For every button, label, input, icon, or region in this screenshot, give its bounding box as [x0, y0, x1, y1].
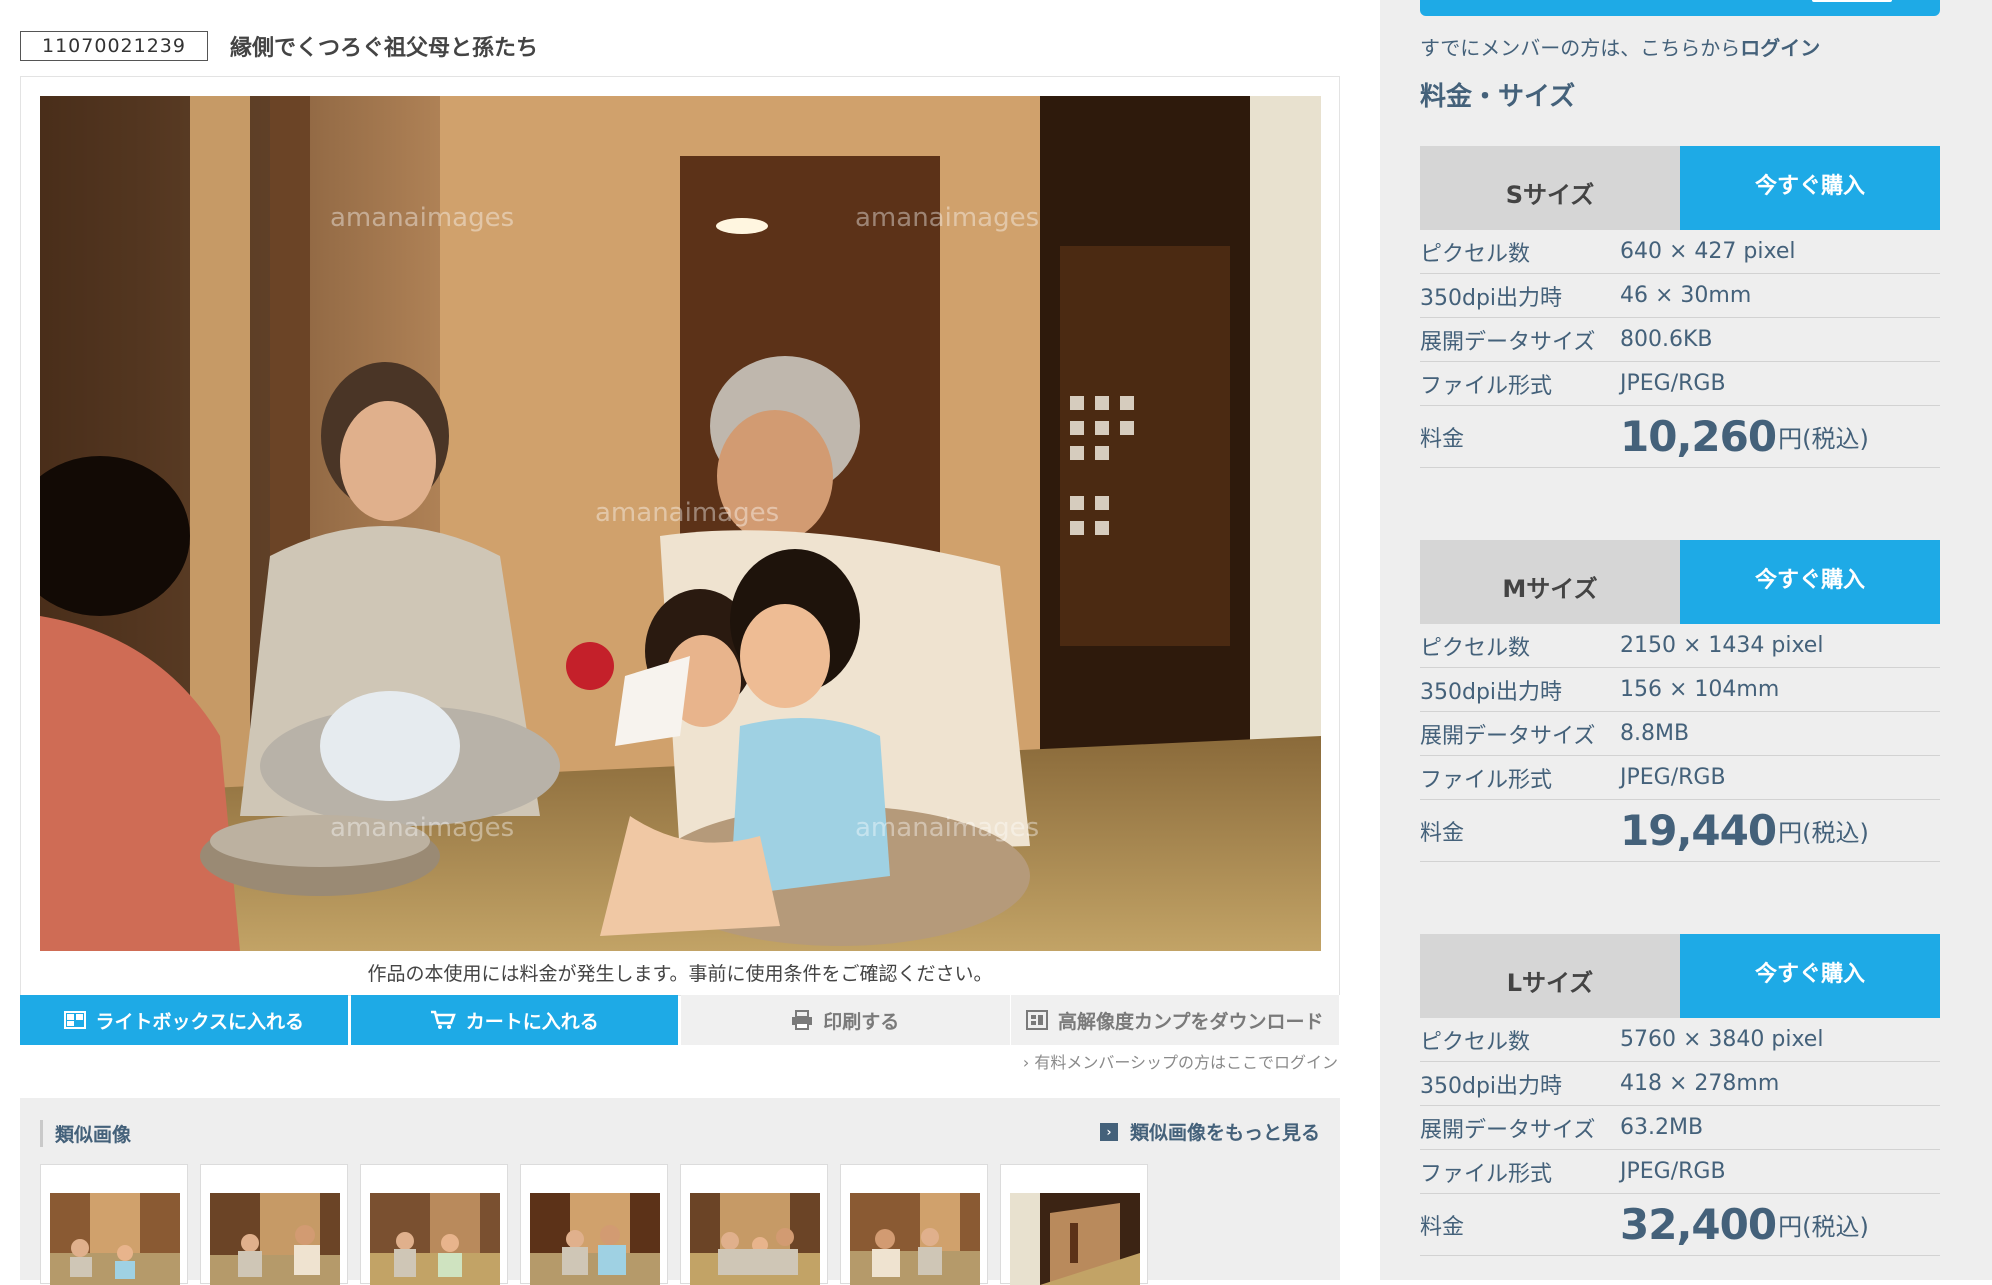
login-link[interactable]: ログイン — [1740, 36, 1820, 60]
spec-value: 640 × 427 pixel — [1620, 239, 1796, 264]
print-label: 印刷する — [823, 1010, 900, 1033]
watermark-text: amanaimages — [855, 813, 1039, 843]
spec-value: 5760 × 3840 pixel — [1620, 1027, 1824, 1052]
similar-thumbnail[interactable] — [520, 1164, 668, 1285]
watermark-text: amanaimages — [330, 813, 514, 843]
add-to-cart-label: カートに入れる — [465, 1010, 599, 1033]
similar-thumbnail[interactable] — [680, 1164, 828, 1285]
size-name: Lサイズ — [1420, 934, 1680, 1018]
price-unit: 円(税込) — [1778, 1213, 1869, 1241]
spec-label: ピクセル数 — [1420, 1029, 1531, 1055]
size-option-m: Mサイズ 今すぐ購入 ピクセル数 2150 × 1434 pixel 350dpi… — [1420, 540, 1940, 862]
spec-value: 8.8MB — [1620, 721, 1690, 746]
pricing-section-title: 料金・サイズ — [1420, 82, 1576, 112]
spec-label: ファイル形式 — [1420, 767, 1553, 793]
spec-value: 156 × 104mm — [1620, 677, 1780, 702]
spec-label: 展開データサイズ — [1420, 329, 1596, 355]
spec-value: 800.6KB — [1620, 327, 1713, 352]
price-unit: 円(税込) — [1778, 819, 1869, 847]
chevron-right-icon: › — [1099, 1122, 1118, 1141]
buy-now-button[interactable]: 今すぐ購入 — [1680, 540, 1940, 624]
spec-label: 350dpi出力時 — [1420, 285, 1563, 311]
spec-label: ファイル形式 — [1420, 373, 1553, 399]
image-title: 縁側でくつろぐ祖父母と孫たち — [230, 36, 539, 61]
image-id: 11070021239 — [20, 31, 208, 61]
spec-label: 350dpi出力時 — [1420, 1073, 1563, 1099]
size-name: Sサイズ — [1420, 146, 1680, 230]
size-option-l: Lサイズ 今すぐ購入 ピクセル数 5760 × 3840 pixel 350dpi… — [1420, 934, 1940, 1256]
more-similar-link[interactable]: › 類似画像をもっと見る — [1099, 1118, 1320, 1145]
watermark-text: amanaimages — [855, 203, 1039, 233]
price-label: 料金 — [1420, 820, 1465, 846]
price-value: 10,260 — [1620, 412, 1777, 461]
print-button[interactable]: 印刷する — [681, 995, 1011, 1045]
price-value: 19,440 — [1620, 806, 1777, 855]
add-to-lightbox-button[interactable]: ライトボックスに入れる — [20, 995, 348, 1045]
price-value: 32,400 — [1620, 1200, 1777, 1249]
spec-label: ピクセル数 — [1420, 241, 1531, 267]
lightbox-icon — [63, 1011, 86, 1029]
buy-now-button[interactable]: 今すぐ購入 — [1680, 934, 1940, 1018]
spec-value: JPEG/RGB — [1620, 371, 1726, 396]
cart-icon — [430, 1010, 456, 1030]
add-to-cart-button[interactable]: カートに入れる — [350, 995, 678, 1045]
spec-value: 63.2MB — [1620, 1115, 1704, 1140]
similar-thumbnails — [40, 1164, 1160, 1285]
member-login-link[interactable]: › 有料メンバーシップの方はここでログイン — [1023, 1049, 1338, 1073]
photo-frame: amanaimages amanaimages amanaimages aman… — [20, 76, 1340, 996]
action-bar: ライトボックスに入れる カートに入れる 印刷する 高解像度カンプをダウンロード — [20, 995, 1340, 1045]
print-icon — [791, 1010, 813, 1030]
spec-label: 350dpi出力時 — [1420, 679, 1563, 705]
main-photo[interactable]: amanaimages amanaimages amanaimages aman… — [40, 96, 1321, 951]
similar-thumbnail[interactable] — [40, 1164, 188, 1285]
add-to-lightbox-label: ライトボックスに入れる — [95, 1010, 304, 1033]
spec-label: ファイル形式 — [1420, 1161, 1553, 1187]
register-button[interactable] — [1420, 0, 1940, 16]
spec-value: 2150 × 1434 pixel — [1620, 633, 1824, 658]
similar-images-panel: 類似画像 › 類似画像をもっと見る — [20, 1098, 1340, 1285]
spec-label: ピクセル数 — [1420, 635, 1531, 661]
price-label: 料金 — [1420, 426, 1465, 452]
similar-thumbnail[interactable] — [200, 1164, 348, 1285]
size-option-s: Sサイズ 今すぐ購入 ピクセル数 640 × 427 pixel 350dpi出力… — [1420, 146, 1940, 468]
main-content: 11070021239 縁側でくつろぐ祖父母と孫たち amanaimages a… — [0, 0, 1380, 1285]
spec-value: 46 × 30mm — [1620, 283, 1752, 308]
similar-thumbnail[interactable] — [360, 1164, 508, 1285]
usage-notice: 作品の本使用には料金が発生します。事前に使用条件をご確認ください。 — [367, 963, 993, 985]
spec-label: 展開データサイズ — [1420, 723, 1596, 749]
download-comp-label: 高解像度カンプをダウンロード — [1058, 1010, 1324, 1033]
image-header: 11070021239 縁側でくつろぐ祖父母と孫たち — [20, 30, 538, 62]
spec-value: JPEG/RGB — [1620, 1159, 1726, 1184]
more-similar-label: 類似画像をもっと見る — [1129, 1122, 1320, 1144]
buy-now-button[interactable]: 今すぐ購入 — [1680, 146, 1940, 230]
similar-thumbnail[interactable] — [840, 1164, 988, 1285]
spec-value: JPEG/RGB — [1620, 765, 1726, 790]
price-label: 料金 — [1420, 1214, 1465, 1240]
watermark-text: amanaimages — [330, 203, 514, 233]
spec-label: 展開データサイズ — [1420, 1117, 1596, 1143]
similar-images-heading: 類似画像 — [40, 1120, 131, 1147]
spec-value: 418 × 278mm — [1620, 1071, 1780, 1096]
size-name: Mサイズ — [1420, 540, 1680, 624]
download-comp-button[interactable]: 高解像度カンプをダウンロード — [1010, 995, 1340, 1045]
login-prefix: すでにメンバーの方は、こちらから — [1420, 36, 1741, 60]
pricing-sidebar: すでにメンバーの方は、こちらからログイン 料金・サイズ Sサイズ 今すぐ購入 ピ… — [1380, 0, 1992, 1280]
watermark-text: amanaimages — [595, 498, 779, 528]
comp-download-icon — [1026, 1010, 1049, 1030]
login-prompt: すでにメンバーの方は、こちらからログイン — [1420, 32, 1820, 61]
similar-thumbnail[interactable] — [1000, 1164, 1148, 1285]
price-unit: 円(税込) — [1778, 425, 1869, 453]
